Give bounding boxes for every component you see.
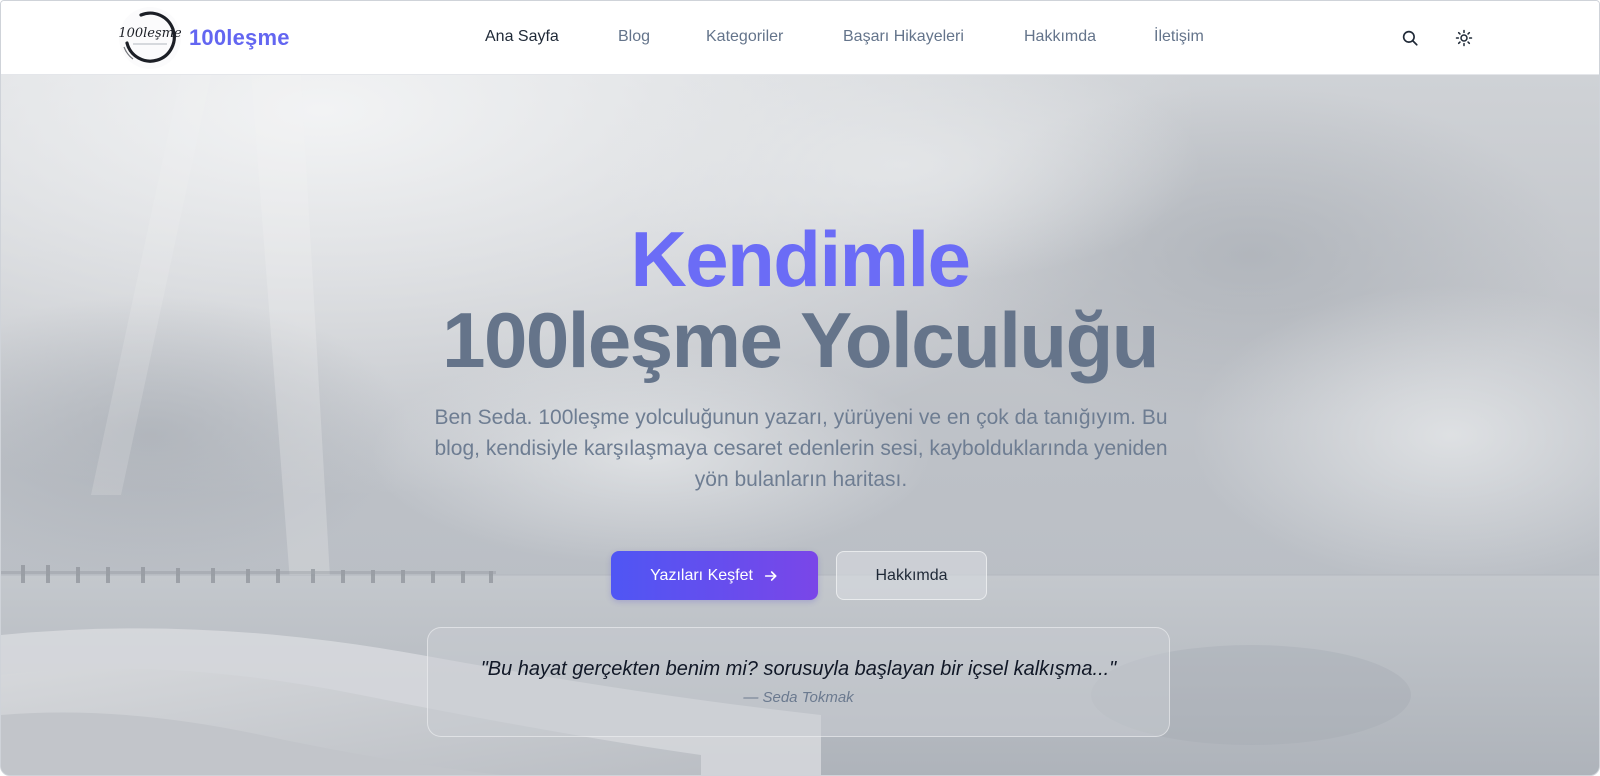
explore-posts-button[interactable]: Yazıları Keşfet (611, 551, 818, 600)
search-button[interactable] (1397, 25, 1423, 51)
hero-intro-text: Ben Seda. 100leşme yolculuğunun yazarı, … (434, 406, 1168, 491)
quote-author: — Seda Tokmak (743, 689, 854, 706)
hero-content: Kendimle 100leşme Yolculuğu Ben Seda. 10… (1, 75, 1599, 775)
brand-home-link[interactable]: 100leşme 100leşme (119, 6, 290, 70)
quote-card: "Bu hayat gerçekten benim mi? sorusuyla … (427, 627, 1170, 737)
hero-title-highlight: Kendimle (630, 215, 971, 303)
nav-item-hakkimda[interactable]: Hakkımda (1024, 28, 1096, 46)
quote-text: "Bu hayat gerçekten benim mi? sorusuyla … (480, 658, 1117, 680)
site-header: 100leşme 100leşme Ana Sayfa Blog Kategor… (1, 1, 1599, 75)
nav-item-kategoriler[interactable]: Kategoriler (706, 28, 783, 46)
sun-icon (1455, 29, 1473, 47)
arrow-right-icon (764, 570, 777, 581)
explore-posts-label: Yazıları Keşfet (650, 566, 753, 584)
brand-name: 100leşme (189, 25, 290, 50)
brand-logo: 100leşme (119, 7, 181, 69)
logo-script-text: 100leşme (119, 26, 181, 41)
hero-section: Kendimle 100leşme Yolculuğu Ben Seda. 10… (1, 75, 1599, 775)
nav-item-ana-sayfa[interactable]: Ana Sayfa (485, 28, 559, 46)
nav-item-iletisim[interactable]: İletişim (1154, 28, 1204, 46)
about-button[interactable]: Hakkımda (836, 551, 987, 600)
hero-title-main: 100leşme Yolculuğu (442, 296, 1159, 384)
browser-viewport: 100leşme 100leşme Ana Sayfa Blog Kategor… (0, 0, 1600, 776)
nav-item-basari-hikayeleri[interactable]: Başarı Hikayeleri (843, 28, 964, 46)
nav-item-blog[interactable]: Blog (618, 28, 650, 46)
search-icon (1402, 30, 1418, 46)
theme-toggle-button[interactable] (1451, 25, 1477, 51)
